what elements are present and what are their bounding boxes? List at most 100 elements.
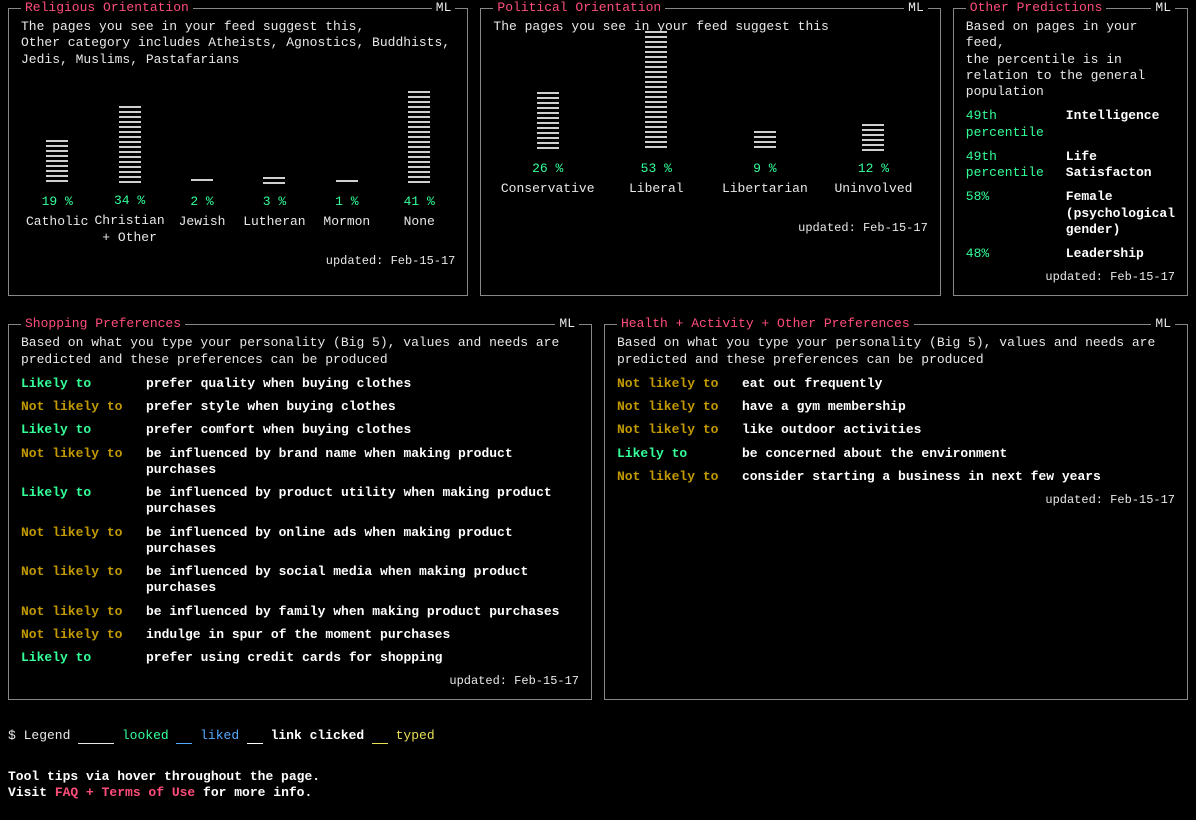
preference-key: Not likely to <box>21 564 146 597</box>
panel-desc: Based on pages in your feed, the percent… <box>966 19 1175 100</box>
tips-visit: Visit <box>8 785 55 800</box>
legend-looked-swatch <box>78 728 114 744</box>
bar-value: 9 % <box>753 161 776 177</box>
prediction-key: 48% <box>966 246 1066 262</box>
preference-key: Not likely to <box>21 446 146 479</box>
bar-label: Conservative <box>501 181 595 213</box>
preference-key: Likely to <box>21 376 146 392</box>
preference-row: Not likely tobe influenced by social med… <box>21 564 579 597</box>
preference-row: Likely toprefer using credit cards for s… <box>21 650 579 666</box>
bar-label: Uninvolved <box>834 181 912 213</box>
preference-value: prefer using credit cards for shopping <box>146 650 442 666</box>
bar-column: 3 %Lutheran <box>238 177 310 246</box>
preference-value: be influenced by online ads when making … <box>146 525 579 558</box>
ml-tag: ML <box>1151 0 1175 16</box>
preference-value: prefer style when buying clothes <box>146 399 396 415</box>
preference-key: Not likely to <box>21 525 146 558</box>
bar-column: 9 % Libertarian <box>711 131 820 214</box>
preference-value: consider starting a business in next few… <box>742 469 1101 485</box>
bar-column: 26 %Conservative <box>493 92 602 213</box>
updated-label: updated: Feb-15-17 <box>493 221 927 236</box>
bar <box>408 91 430 184</box>
panel-title: Political Orientation <box>493 0 665 16</box>
preference-value: be influenced by product utility when ma… <box>146 485 579 518</box>
preference-row: Likely tobe influenced by product utilit… <box>21 485 579 518</box>
preference-row: Not likely tolike outdoor activities <box>617 422 1175 438</box>
preference-key: Not likely to <box>617 469 742 485</box>
preference-value: eat out frequently <box>742 376 882 392</box>
preference-row: Not likely tohave a gym membership <box>617 399 1175 415</box>
bar-label: None <box>404 214 435 246</box>
bar-value: 2 % <box>190 194 213 210</box>
preference-key: Not likely to <box>617 422 742 438</box>
panel-desc: The pages you see in your feed suggest t… <box>21 19 455 68</box>
preference-value: indulge in spur of the moment purchases <box>146 627 450 643</box>
preference-key: Not likely to <box>21 627 146 643</box>
prediction-value: Leadership <box>1066 246 1144 262</box>
preference-key: Likely to <box>21 650 146 666</box>
bar <box>119 106 141 183</box>
bar <box>645 31 667 151</box>
shopping-panel: Shopping Preferences ML Based on what yo… <box>8 324 592 700</box>
preference-row: Not likely toindulge in spur of the mome… <box>21 627 579 643</box>
predictions-table: 49th percentileIntelligence49th percenti… <box>966 108 1175 262</box>
bar-value: 12 % <box>858 161 889 177</box>
prediction-value: Female (psychological gender) <box>1066 189 1175 238</box>
ml-tag: ML <box>555 316 579 332</box>
prediction-value: Life Satisfacton <box>1066 149 1175 182</box>
preference-row: Not likely tobe influenced by family whe… <box>21 604 579 620</box>
ml-tag: ML <box>904 0 928 16</box>
tips-after: for more info. <box>195 785 312 800</box>
bar-value: 1 % <box>335 194 358 210</box>
preference-row: Likely tobe concerned about the environm… <box>617 446 1175 462</box>
legend-liked-swatch <box>176 728 192 744</box>
preference-row: Not likely toprefer style when buying cl… <box>21 399 579 415</box>
panel-desc: Based on what you type your personality … <box>617 335 1175 368</box>
legend-looked: looked <box>122 728 169 743</box>
preference-value: like outdoor activities <box>742 422 921 438</box>
preference-value: be influenced by brand name when making … <box>146 446 579 479</box>
prediction-value: Intelligence <box>1066 108 1160 141</box>
preference-key: Likely to <box>21 485 146 518</box>
shopping-list: Likely toprefer quality when buying clot… <box>21 376 579 667</box>
updated-label: updated: Feb-15-17 <box>617 493 1175 508</box>
ml-tag: ML <box>1151 316 1175 332</box>
prediction-row: 49th percentileIntelligence <box>966 108 1175 141</box>
preference-key: Not likely to <box>617 399 742 415</box>
tips-line1: Tool tips via hover throughout the page. <box>8 769 1188 785</box>
preference-row: Not likely tobe influenced by online ads… <box>21 525 579 558</box>
prediction-row: 49th percentileLife Satisfacton <box>966 149 1175 182</box>
preference-value: be influenced by family when making prod… <box>146 604 559 620</box>
preference-row: Likely toprefer comfort when buying clot… <box>21 422 579 438</box>
preference-row: Not likely toeat out frequently <box>617 376 1175 392</box>
prediction-row: 58%Female (psychological gender) <box>966 189 1175 238</box>
political-panel: Political Orientation ML The pages you s… <box>480 8 940 296</box>
bar <box>263 177 285 184</box>
bar <box>191 179 213 184</box>
legend: $ Legend looked liked link clicked typed <box>8 728 1188 744</box>
faq-link[interactable]: FAQ + Terms of Use <box>55 785 195 800</box>
panel-desc: Based on what you type your personality … <box>21 335 579 368</box>
health-panel: Health + Activity + Other Preferences ML… <box>604 324 1188 700</box>
legend-typed: typed <box>396 728 435 743</box>
political-chart: 26 %Conservative 53 % Liberal 9 % Libertaria… <box>493 43 927 213</box>
updated-label: updated: Feb-15-17 <box>966 270 1175 285</box>
bar-label: Mormon <box>323 214 370 246</box>
bar <box>862 124 884 151</box>
bar-column: 41 %None <box>383 91 455 246</box>
bar-value: 53 % <box>641 161 672 177</box>
preference-row: Not likely tobe influenced by brand name… <box>21 446 579 479</box>
bar-label: Libertarian <box>722 181 808 213</box>
bar-label: Jewish <box>179 214 226 246</box>
prediction-row: 48%Leadership <box>966 246 1175 262</box>
health-list: Not likely toeat out frequentlyNot likel… <box>617 376 1175 485</box>
bar-label: Christian + Other <box>95 213 165 246</box>
bar-label: Liberal <box>629 181 684 213</box>
bar-value: 3 % <box>263 194 286 210</box>
preference-row: Likely toprefer quality when buying clot… <box>21 376 579 392</box>
prediction-key: 49th percentile <box>966 149 1066 182</box>
preference-value: prefer quality when buying clothes <box>146 376 411 392</box>
bar-label: Catholic <box>26 214 88 246</box>
footer-tips: Tool tips via hover throughout the page.… <box>8 769 1188 802</box>
other-predictions-panel: Other Predictions ML Based on pages in y… <box>953 8 1188 296</box>
